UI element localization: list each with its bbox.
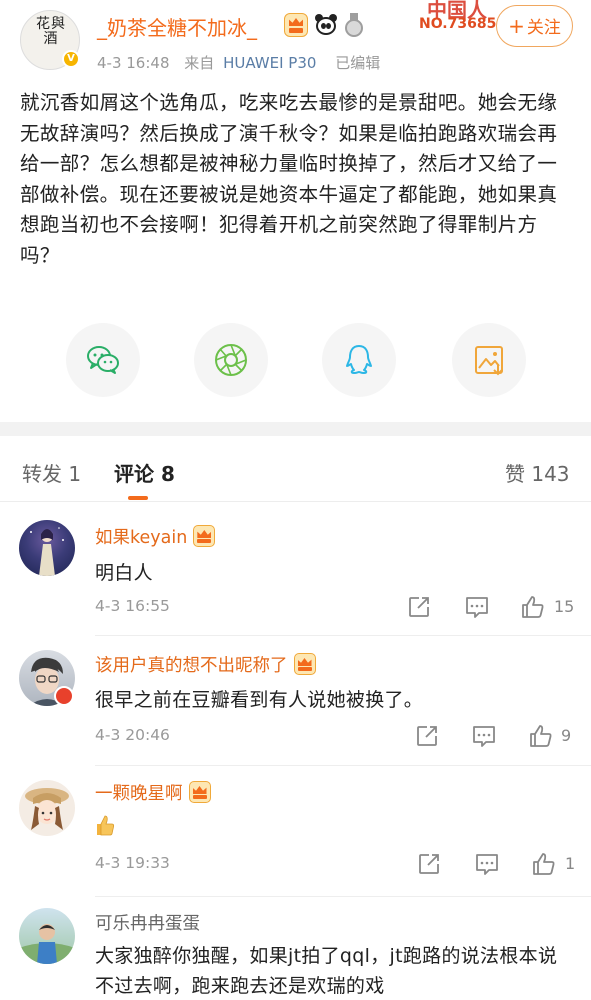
fan-card-decoration: 中国人 NO.736852 [405, 0, 507, 40]
repost-icon[interactable] [406, 594, 432, 620]
commenter-name-text: 如果keyain [95, 528, 188, 548]
author-badges [284, 12, 364, 38]
like-icon[interactable] [528, 723, 554, 749]
comment-text: 大家独醉你独醒，如果jt拍了qql，jt跑路的说法根本说不过去啊，跑来跑去还是欢… [95, 945, 558, 997]
repost-icon[interactable] [416, 851, 442, 877]
comment-time: 4-3 16:55 [95, 597, 170, 615]
like-count: 1 [565, 854, 576, 873]
comment-divider [95, 635, 591, 636]
like-count: 15 [554, 597, 575, 616]
commenter-avatar[interactable] [19, 908, 75, 964]
commenter-name-text: 一颗晚星啊 [95, 784, 183, 804]
reply-icon[interactable] [471, 723, 497, 749]
tab-likes[interactable]: 赞 143 [505, 458, 570, 487]
comment-text: 很早之前在豆瓣看到有人说她被换了。 [95, 689, 424, 711]
interaction-tabs: 转发 1 评论 8 赞 143 [0, 436, 591, 502]
save-image-button[interactable] [452, 323, 526, 397]
thumbs-up-emoji-icon [95, 814, 115, 836]
author-name[interactable]: _奶茶全糖不加冰_ [97, 12, 257, 41]
section-divider [0, 422, 591, 436]
vip-badge-icon [54, 686, 74, 706]
wechat-share-button[interactable] [66, 323, 140, 397]
wechat-icon [87, 346, 119, 374]
qq-share-button[interactable] [322, 323, 396, 397]
qq-icon [346, 345, 372, 374]
comment-time: 4-3 19:33 [95, 854, 170, 872]
commenter-name[interactable]: 如果keyain [95, 524, 216, 549]
repost-icon[interactable] [414, 723, 440, 749]
plus-icon: + [508, 14, 525, 38]
share-row [0, 323, 591, 399]
post-device[interactable]: HUAWEI P30 [223, 54, 316, 72]
commenter-name[interactable]: 一颗晚星啊 [95, 780, 211, 805]
comment-text: 明白人 [95, 562, 153, 584]
commenter-name[interactable]: 可乐冉冉蛋蛋 [95, 910, 200, 935]
tab-comments[interactable]: 评论 8 [114, 458, 175, 487]
follow-button[interactable]: + 关注 [496, 5, 573, 47]
tab-active-indicator [128, 496, 148, 500]
crown-badge-icon[interactable] [284, 13, 308, 37]
crown-badge-icon [188, 781, 211, 803]
comment-divider [95, 765, 591, 766]
commenter-avatar[interactable] [19, 520, 75, 576]
post-time: 4-3 16:48 [97, 54, 170, 72]
tab-repost[interactable]: 转发 1 [22, 458, 81, 487]
like-icon[interactable] [520, 594, 546, 620]
comment-divider [95, 896, 591, 897]
comment-time: 4-3 20:46 [95, 726, 170, 744]
crown-badge-icon [193, 525, 216, 547]
save-image-icon [475, 346, 503, 376]
moments-icon [215, 344, 247, 376]
like-count: 9 [561, 726, 572, 745]
commenter-name[interactable]: 该用户真的想不出昵称了 [95, 652, 316, 677]
follow-label: 关注 [526, 18, 561, 38]
edited-label[interactable]: 已编辑 [335, 54, 380, 72]
verified-badge-icon: V [62, 50, 80, 68]
source-prefix: 来自 [184, 54, 215, 72]
commenter-name-text: 该用户真的想不出昵称了 [95, 656, 288, 676]
post-body: 就沉香如屑这个选角瓜，吃来吃去最惨的是景甜吧。她会无缘无故辞演吗？然后换成了演千… [20, 91, 558, 267]
panda-badge-icon[interactable] [314, 13, 338, 37]
crown-badge-icon [293, 653, 316, 675]
moments-share-button[interactable] [194, 323, 268, 397]
fan-card-number: NO.736852 [419, 16, 507, 32]
medal-badge-icon[interactable] [344, 13, 364, 37]
reply-icon[interactable] [474, 851, 500, 877]
post-meta: 4-3 16:48 来自 HUAWEI P30 已编辑 [97, 52, 380, 73]
commenter-avatar[interactable] [19, 780, 75, 836]
reply-icon[interactable] [464, 594, 490, 620]
post-header: 花與酒 V _奶茶全糖不加冰_ 中国人 NO.736852 + 关注 4-3 16… [0, 0, 591, 80]
like-icon[interactable] [531, 851, 557, 877]
